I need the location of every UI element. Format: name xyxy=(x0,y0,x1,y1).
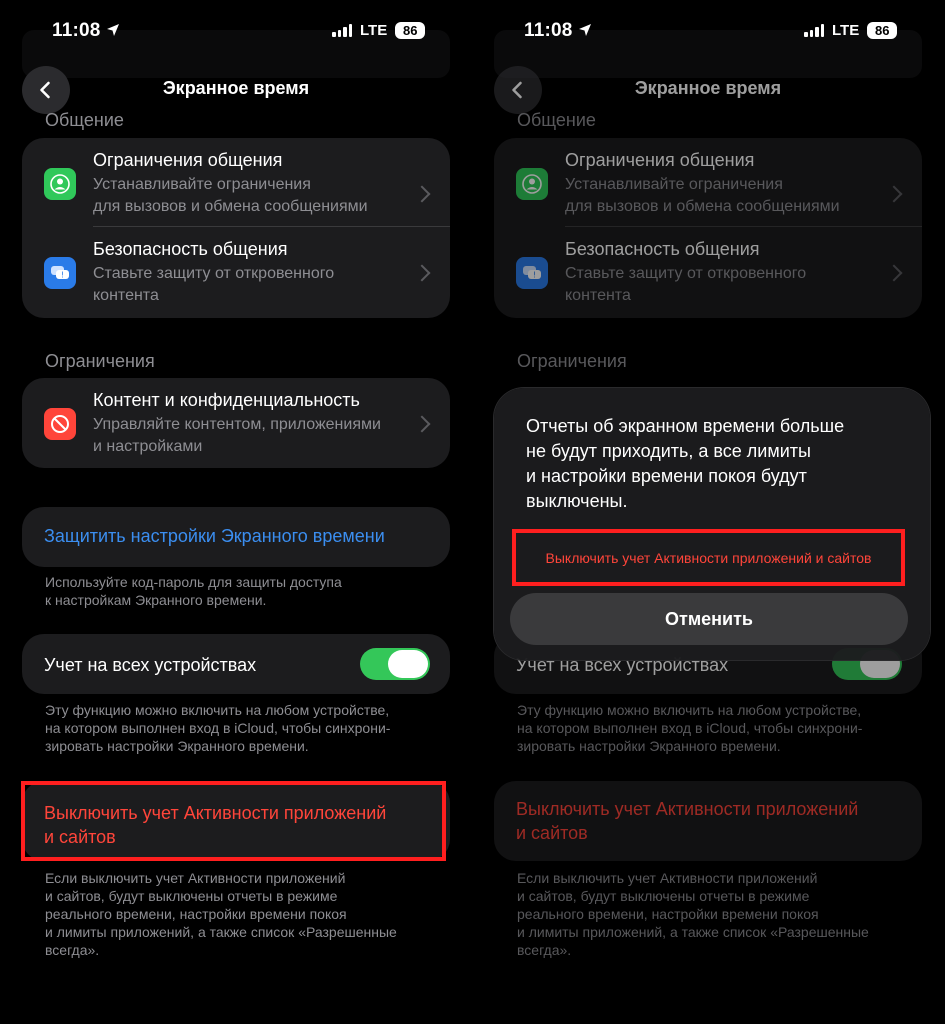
disable-activity-line-2: и сайтов xyxy=(44,827,116,847)
disable-footnote-3: реального времени, настройки времени пок… xyxy=(517,906,819,922)
left-screen: 11:08 LTE 86 Экранное время Общение Огра… xyxy=(0,0,472,1024)
share-across-devices-label: Учет на всех устройствах xyxy=(44,655,257,675)
location-arrow-icon xyxy=(579,24,591,36)
communication-limits-sub2: для вызовов и обмена сообщениями xyxy=(93,198,368,215)
chat-bubble-icon: ! xyxy=(516,257,548,289)
communication-safety-sub2: контента xyxy=(565,287,631,304)
passcode-footnote-1: Используйте код-пароль для защиты доступ… xyxy=(45,574,342,590)
disable-footnote-1: Если выключить учет Активности приложени… xyxy=(45,870,346,886)
disable-footnote-4: и лимиты приложений, а также список «Раз… xyxy=(45,924,397,940)
signal-icon xyxy=(332,24,352,37)
content-privacy-sub2: и настройками xyxy=(93,438,203,455)
battery-icon: 86 xyxy=(395,22,426,39)
disable-footnote-2: и сайтов, будут выключены отчеты в режим… xyxy=(45,888,338,904)
sheet-message-line-1: Отчеты об экранном времени больше xyxy=(526,416,845,436)
protect-settings-link[interactable]: Защитить настройки Экранного времени xyxy=(44,526,385,547)
section-header-communication: Общение xyxy=(45,110,124,130)
disable-footnote-5: всегда». xyxy=(517,942,572,958)
disable-footnote-5: всегда». xyxy=(45,942,100,958)
chevron-right-icon xyxy=(413,185,431,203)
signal-icon xyxy=(804,24,824,37)
sheet-message-line-4: выключены. xyxy=(526,491,628,511)
communication-limits-title: Ограничения общения xyxy=(565,150,755,170)
share-footnote-1: Эту функцию можно включить на любом устр… xyxy=(517,702,862,718)
communication-limits-row[interactable]: Ограничения общения Устанавливайте огран… xyxy=(22,150,450,230)
communication-card: Ограничения общения Устанавливайте огран… xyxy=(22,138,450,318)
share-across-devices-card: Учет на всех устройствах xyxy=(22,634,450,694)
communication-safety-sub1: Ставьте защиту от откровенного xyxy=(565,265,807,282)
communication-limits-sub1: Устанавливайте ограничения xyxy=(565,176,783,193)
communication-card: Ограничения общения Устанавливайте огран… xyxy=(494,138,922,318)
communication-limits-title: Ограничения общения xyxy=(93,150,283,170)
sheet-message-line-3: и настройки времени покоя будут xyxy=(526,466,807,486)
disable-activity-line-2: и сайтов xyxy=(516,823,588,843)
nav-title: Экранное время xyxy=(634,78,782,98)
section-header-communication: Общение xyxy=(517,110,596,130)
toggle-knob xyxy=(388,650,428,678)
battery-icon: 86 xyxy=(867,22,898,39)
right-screen: 11:08 LTE 86 Экранное время Общение Огра… xyxy=(472,0,944,1024)
communication-limits-sub1: Устанавливайте ограничения xyxy=(93,176,311,193)
chevron-right-icon xyxy=(885,264,903,282)
content-privacy-row[interactable]: Контент и конфиденциальность Управляйте … xyxy=(22,390,450,460)
communication-limits-row[interactable]: Ограничения общения Устанавливайте огран… xyxy=(494,150,922,230)
svg-text:!: ! xyxy=(533,271,536,280)
share-footnote-2: на котором выполнен вход в iCloud, чтобы… xyxy=(45,720,391,736)
chevron-right-icon xyxy=(413,264,431,282)
status-right: LTE 86 xyxy=(332,22,426,39)
disable-footnote-4: и лимиты приложений, а также список «Раз… xyxy=(517,924,869,940)
communication-safety-sub2: контента xyxy=(93,287,159,304)
communication-safety-title: Безопасность общения xyxy=(93,239,288,259)
svg-text:!: ! xyxy=(61,271,64,280)
share-footnote-1: Эту функцию можно включить на любом устр… xyxy=(45,702,390,718)
network-label: LTE xyxy=(832,22,860,39)
network-label: LTE xyxy=(360,22,388,39)
chevron-right-icon xyxy=(885,185,903,203)
sheet-disable-activity-button[interactable]: Выключить учет Активности приложений и с… xyxy=(512,529,905,586)
chevron-right-icon xyxy=(413,415,431,433)
disable-footnote-1: Если выключить учет Активности приложени… xyxy=(517,870,818,886)
section-header-restrictions: Ограничения xyxy=(45,351,155,371)
status-right: LTE 86 xyxy=(804,22,898,39)
disable-activity-highlight[interactable]: Выключить учет Активности приложений и с… xyxy=(21,781,446,861)
sheet-cancel-button[interactable]: Отменить xyxy=(510,593,908,645)
nav-title: Экранное время xyxy=(162,78,310,98)
content-privacy-title: Контент и конфиденциальность xyxy=(93,390,360,410)
confirmation-sheet: Отчеты об экранном времени больше не буд… xyxy=(494,388,930,660)
content-privacy-sub1: Управляйте контентом, приложениями xyxy=(93,416,381,433)
location-arrow-icon xyxy=(107,24,119,36)
sheet-message-line-2: не будут приходить, а все лимиты xyxy=(526,441,811,461)
passcode-card: Защитить настройки Экранного времени xyxy=(22,507,450,567)
person-circle-icon xyxy=(44,168,76,200)
communication-safety-row[interactable]: ! Безопасность общения Ставьте защиту от… xyxy=(494,239,922,309)
chat-bubble-icon: ! xyxy=(44,257,76,289)
status-time: 11:08 xyxy=(52,20,101,41)
share-across-devices-toggle[interactable] xyxy=(360,648,430,680)
restrictions-card: Контент и конфиденциальность Управляйте … xyxy=(22,378,450,468)
communication-limits-sub2: для вызовов и обмена сообщениями xyxy=(565,198,840,215)
disable-activity-line-1: Выключить учет Активности приложений xyxy=(44,803,387,823)
disable-activity-line-1: Выключить учет Активности приложений xyxy=(516,799,859,819)
communication-safety-title: Безопасность общения xyxy=(565,239,760,259)
status-time: 11:08 xyxy=(524,20,573,41)
communication-safety-sub1: Ставьте защиту от откровенного xyxy=(93,265,335,282)
row-separator xyxy=(93,226,450,227)
share-footnote-2: на котором выполнен вход в iCloud, чтобы… xyxy=(517,720,863,736)
row-separator xyxy=(565,226,922,227)
passcode-footnote-2: к настройкам Экранного времени. xyxy=(45,592,267,608)
communication-safety-row[interactable]: ! Безопасность общения Ставьте защиту от… xyxy=(22,239,450,309)
share-footnote-3: зировать настройки Экранного времени. xyxy=(517,738,781,754)
share-footnote-3: зировать настройки Экранного времени. xyxy=(45,738,309,754)
section-header-restrictions: Ограничения xyxy=(517,351,627,371)
disable-footnote-3: реального времени, настройки времени пок… xyxy=(45,906,347,922)
no-entry-icon xyxy=(44,408,76,440)
person-circle-icon xyxy=(516,168,548,200)
disable-footnote-2: и сайтов, будут выключены отчеты в режим… xyxy=(517,888,810,904)
disable-activity-card[interactable]: Выключить учет Активности приложений и с… xyxy=(494,781,922,861)
